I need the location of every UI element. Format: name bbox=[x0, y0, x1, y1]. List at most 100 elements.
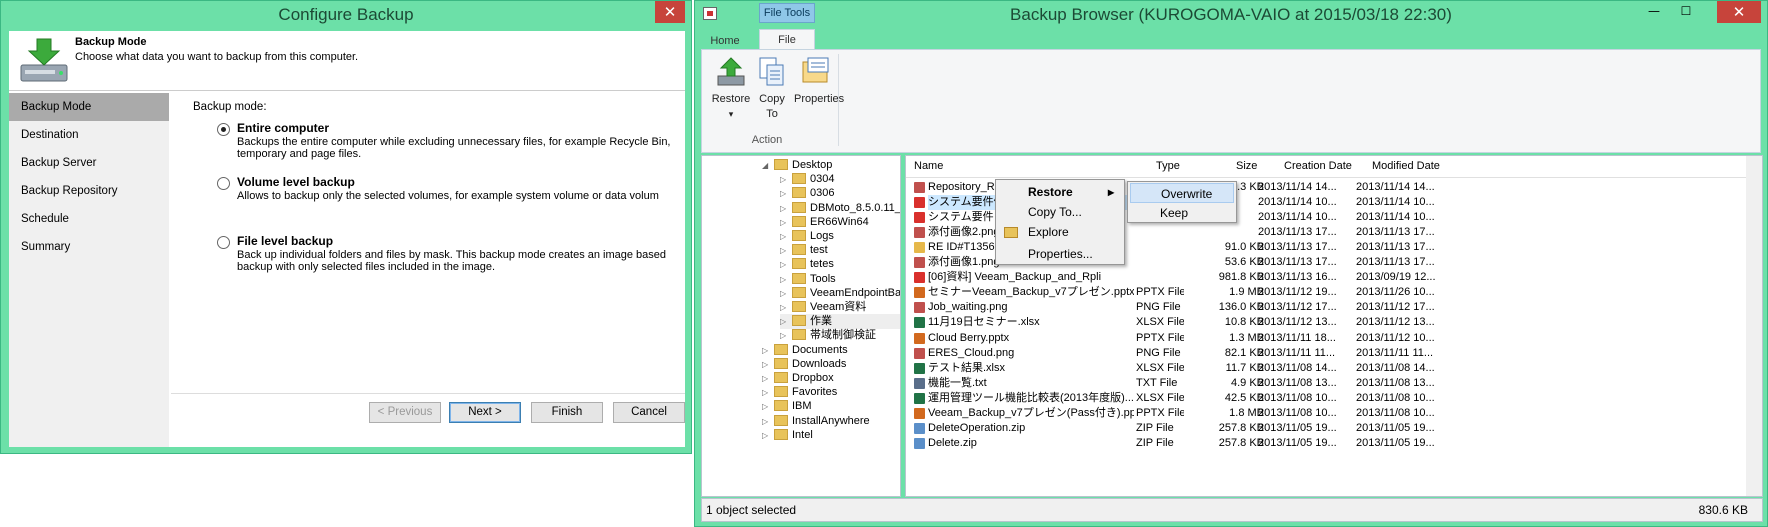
folder-icon bbox=[792, 244, 806, 256]
tree-node-label: test bbox=[810, 244, 828, 257]
expand-arrow-icon[interactable]: ▷ bbox=[780, 286, 792, 301]
file-icon bbox=[914, 377, 925, 389]
tab-file[interactable]: File bbox=[759, 29, 815, 51]
tree-node[interactable]: ▷ InstallAnywhere bbox=[762, 414, 870, 429]
option-volume-level[interactable]: Volume level backup Allows to backup onl… bbox=[217, 175, 687, 205]
tree-node[interactable]: ▷ 帯域制御検証 bbox=[780, 328, 876, 343]
tree-node[interactable]: ▷ 作業 bbox=[780, 314, 900, 330]
tree-node[interactable]: ▷ DBMoto_8.5.0.11_ bbox=[780, 201, 900, 216]
table-row[interactable]: [06]資料] Veeam_Backup_and_Rpli 981.8 KB 201… bbox=[906, 270, 1746, 285]
expand-arrow-icon[interactable]: ▷ bbox=[762, 399, 774, 414]
finish-button[interactable]: Finish bbox=[531, 402, 603, 423]
restore-button[interactable]: Restore ▾ bbox=[706, 56, 756, 122]
radio-volume-level[interactable] bbox=[217, 177, 230, 190]
expand-arrow-icon[interactable]: ▷ bbox=[762, 357, 774, 372]
column-name[interactable]: Name bbox=[914, 160, 943, 172]
cancel-button[interactable]: Cancel bbox=[613, 402, 685, 423]
nav-item-backup-server[interactable]: Backup Server bbox=[9, 149, 169, 177]
minimize-button[interactable]: — bbox=[1641, 1, 1667, 23]
table-row[interactable]: Veeam_Backup_v7プレゼン(Pass付き).pptx PPTX Fil… bbox=[906, 406, 1746, 421]
tree-node[interactable]: ▷ ER66Win64 bbox=[780, 215, 869, 230]
tree-node[interactable]: ▷ Logs bbox=[780, 229, 834, 244]
option-entire-computer[interactable]: Entire computer Backups the entire compu… bbox=[217, 121, 687, 161]
tree-node[interactable]: ▷ test bbox=[780, 243, 828, 258]
maximize-button[interactable]: ☐ bbox=[1673, 1, 1699, 23]
table-row[interactable]: テスト結果.xlsx XLSX File 11.7 KB 2013/11/08 14.… bbox=[906, 361, 1746, 376]
previous-button[interactable]: < Previous bbox=[369, 402, 441, 423]
table-row[interactable]: Job_waiting.png PNG File 136.0 KB 2013/11/1… bbox=[906, 300, 1746, 315]
expand-arrow-icon[interactable]: ▷ bbox=[780, 243, 792, 258]
tree-node[interactable]: ▷ 0304 bbox=[780, 172, 834, 187]
cell-name: DeleteOperation.zip bbox=[928, 421, 1026, 434]
radio-file-level[interactable] bbox=[217, 236, 230, 249]
file-icon bbox=[914, 242, 925, 254]
radio-entire-computer[interactable] bbox=[217, 123, 230, 136]
table-row[interactable]: ERES_Cloud.png PNG File 82.1 KB 2013/11/11 … bbox=[906, 346, 1746, 361]
expand-arrow-icon[interactable]: ▷ bbox=[762, 371, 774, 386]
close-button[interactable]: ✕ bbox=[655, 1, 685, 23]
tree-node-label: ER66Win64 bbox=[810, 215, 869, 228]
tab-home[interactable]: Home bbox=[705, 31, 745, 51]
submenu-item-overwrite[interactable]: Overwrite bbox=[1130, 183, 1234, 203]
tree-node[interactable]: ▷ Downloads bbox=[762, 357, 846, 372]
tree-node[interactable]: ▷ Veeam資料 bbox=[780, 300, 866, 315]
tree-node[interactable]: ▷ Documents bbox=[762, 343, 848, 358]
expand-arrow-icon[interactable]: ▷ bbox=[780, 229, 792, 244]
expand-arrow-icon[interactable]: ▷ bbox=[780, 272, 792, 287]
tree-node[interactable]: ◢ Desktop bbox=[762, 158, 832, 173]
tree-node[interactable]: ▷ tetes bbox=[780, 257, 834, 272]
expand-down-icon[interactable]: ◢ bbox=[762, 158, 774, 173]
expand-arrow-icon[interactable]: ▷ bbox=[780, 172, 792, 187]
close-button[interactable]: ✕ bbox=[1717, 1, 1761, 23]
expand-arrow-icon[interactable]: ▷ bbox=[780, 300, 792, 315]
tree-node-label: Tools bbox=[810, 272, 836, 285]
expand-arrow-icon[interactable]: ▷ bbox=[762, 414, 774, 429]
explore-folder-icon bbox=[1004, 227, 1018, 238]
expand-arrow-icon[interactable]: ▷ bbox=[762, 428, 774, 443]
table-row[interactable]: Cloud Berry.pptx PPTX File 1.3 MB 2013/11/1… bbox=[906, 331, 1746, 346]
nav-item-destination[interactable]: Destination bbox=[9, 121, 169, 149]
table-row[interactable]: DeleteOperation.zip ZIP File 257.8 KB 2013/… bbox=[906, 421, 1746, 436]
tree-node[interactable]: ▷ Tools bbox=[780, 272, 836, 287]
table-row[interactable]: Delete.zip ZIP File 257.8 KB 2013/11/05 19.… bbox=[906, 436, 1746, 451]
properties-button[interactable]: Properties bbox=[794, 56, 844, 107]
file-icon bbox=[914, 287, 925, 299]
column-type[interactable]: Type bbox=[1156, 160, 1180, 172]
submenu-item-keep[interactable]: Keep bbox=[1130, 203, 1234, 223]
cell-name: 機能一覧.txt bbox=[928, 376, 987, 389]
table-row[interactable]: 11月19日セミナー.xlsx XLSX File 10.8 KB 2013/11/1… bbox=[906, 315, 1746, 330]
nav-item-backup-mode[interactable]: Backup Mode bbox=[9, 93, 169, 121]
column-modified-date[interactable]: Modified Date bbox=[1372, 160, 1440, 172]
tree-node[interactable]: ▷ 0306 bbox=[780, 186, 834, 201]
nav-item-backup-repository[interactable]: Backup Repository bbox=[9, 177, 169, 205]
menu-item-restore[interactable]: Restore ▸ bbox=[998, 182, 1122, 202]
menu-item-explore[interactable]: Explore bbox=[998, 222, 1122, 242]
nav-item-schedule[interactable]: Schedule bbox=[9, 205, 169, 233]
tree-node[interactable]: ▷ Intel bbox=[762, 428, 813, 443]
column-creation-date[interactable]: Creation Date bbox=[1284, 160, 1352, 172]
tree-node[interactable]: ▷ IBM bbox=[762, 399, 812, 414]
expand-arrow-icon[interactable]: ▷ bbox=[780, 257, 792, 272]
nav-item-summary[interactable]: Summary bbox=[9, 233, 169, 261]
next-button[interactable]: Next > bbox=[449, 402, 521, 423]
expand-arrow-icon[interactable]: ▷ bbox=[780, 314, 792, 329]
expand-arrow-icon[interactable]: ▷ bbox=[762, 343, 774, 358]
cell-type: PPTX File bbox=[1136, 331, 1184, 344]
expand-arrow-icon[interactable]: ▷ bbox=[762, 385, 774, 400]
vertical-scrollbar[interactable] bbox=[1746, 156, 1762, 496]
expand-arrow-icon[interactable]: ▷ bbox=[780, 186, 792, 201]
menu-item-properties[interactable]: Properties... bbox=[998, 244, 1122, 264]
tree-node[interactable]: ▷ VeeamEndpointBac bbox=[780, 286, 900, 301]
expand-arrow-icon[interactable]: ▷ bbox=[780, 328, 792, 343]
table-row[interactable]: 運用管理ツール機能比較表(2013年度版)... XLSX File 42.5 KB… bbox=[906, 391, 1746, 406]
tree-node[interactable]: ▷ Favorites bbox=[762, 385, 837, 400]
menu-item-copy-to[interactable]: Copy To... bbox=[998, 202, 1122, 222]
table-row[interactable]: 機能一覧.txt TXT File 4.9 KB 2013/11/08 13... 20… bbox=[906, 376, 1746, 391]
tree-node[interactable]: ▷ Dropbox bbox=[762, 371, 834, 386]
table-row[interactable]: セミナーVeeam_Backup_v7プレゼン.pptx PPTX File 1.9… bbox=[906, 285, 1746, 300]
expand-arrow-icon[interactable]: ▷ bbox=[780, 215, 792, 230]
option-file-level[interactable]: File level backup Back up individual fol… bbox=[217, 234, 687, 274]
column-size[interactable]: Size bbox=[1236, 160, 1257, 172]
copy-to-button[interactable]: Copy To bbox=[754, 56, 790, 122]
expand-arrow-icon[interactable]: ▷ bbox=[780, 201, 792, 216]
